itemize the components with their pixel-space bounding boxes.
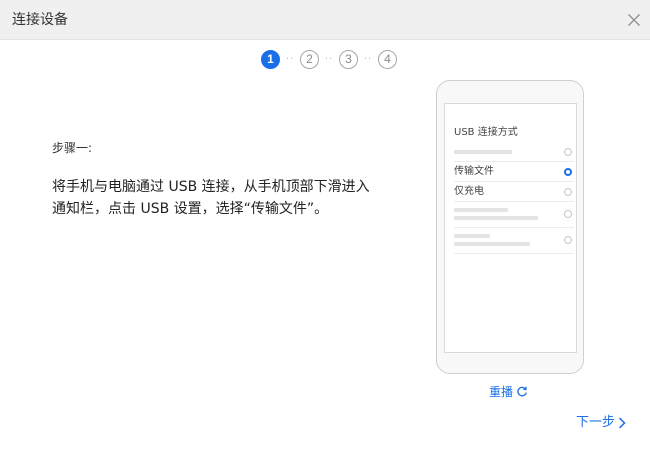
next-step-label: 下一步 (576, 415, 616, 430)
placeholder-bar (454, 150, 512, 154)
usb-mode-title: USB 连接方式 (454, 127, 518, 138)
radio-button (564, 188, 572, 196)
step-separator: ·· (285, 53, 295, 65)
usb-option-label: 传输文件 (454, 166, 494, 177)
radio-button (564, 236, 572, 244)
close-button[interactable] (622, 8, 646, 32)
usb-option-placeholder (454, 228, 574, 254)
step-description: 将手机与电脑通过 USB 连接，从手机顶部下滑进入通知栏，点击 USB 设置，选… (52, 179, 370, 217)
step-label: 步骤一: (52, 141, 93, 155)
title-bar: 连接设备 (0, 0, 650, 40)
replay-button[interactable]: 重播 (489, 384, 528, 400)
step-indicator: 1 ·· 2 ·· 3 ·· 4 (261, 49, 397, 69)
close-icon (628, 14, 640, 26)
step-separator: ·· (324, 53, 334, 65)
placeholder-bar (454, 234, 490, 238)
radio-button (564, 148, 572, 156)
chevron-right-icon (618, 417, 626, 429)
usb-option-placeholder (454, 202, 574, 228)
window-title: 连接设备 (12, 12, 68, 28)
placeholder-bar (454, 216, 538, 220)
step-1: 1 (261, 49, 280, 69)
refresh-icon (517, 386, 527, 397)
phone-screen: USB 连接方式 传输文件 仅充电 (444, 103, 577, 353)
placeholder-bar (454, 242, 530, 246)
step-3: 3 (339, 49, 358, 69)
usb-option-transfer-files: 传输文件 (454, 162, 574, 182)
placeholder-bar (454, 208, 508, 212)
radio-button-selected (564, 168, 572, 176)
step-separator: ·· (363, 53, 373, 65)
usb-option-label: 仅充电 (454, 186, 484, 197)
usb-option-placeholder (454, 142, 574, 162)
next-step-button[interactable]: 下一步 (576, 415, 627, 431)
step-4: 4 (378, 49, 397, 69)
step-2: 2 (300, 49, 319, 69)
usb-option-charge-only: 仅充电 (454, 182, 574, 202)
phone-illustration: USB 连接方式 传输文件 仅充电 (436, 80, 584, 374)
replay-label: 重播 (489, 385, 514, 399)
radio-button (564, 210, 572, 218)
